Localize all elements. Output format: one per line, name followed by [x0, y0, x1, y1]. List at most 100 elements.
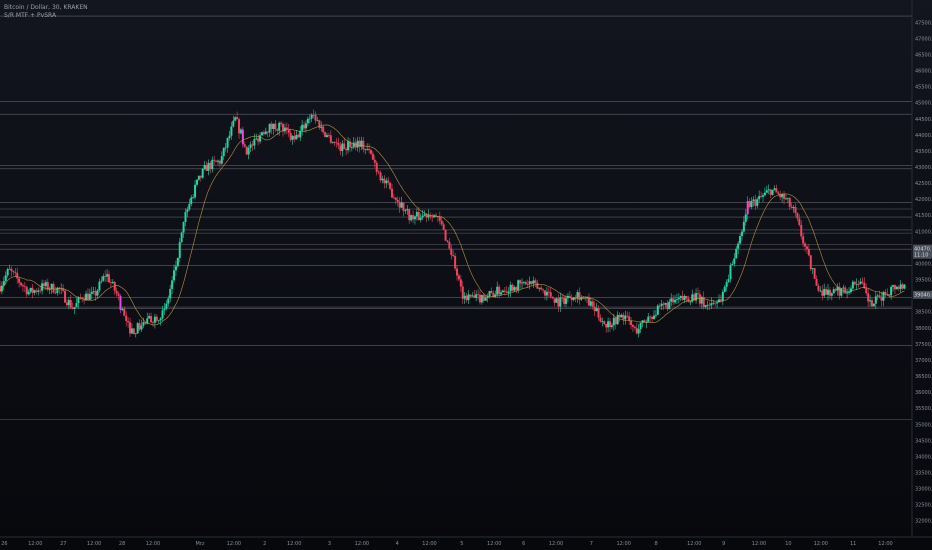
candle-body	[848, 292, 851, 293]
candle-body	[278, 122, 281, 131]
candle-body	[515, 287, 518, 291]
candle-body	[783, 193, 786, 199]
candle-body	[651, 317, 654, 319]
candle-body	[174, 266, 177, 271]
candle-body	[802, 236, 805, 244]
symbol-title[interactable]: Bitcoin / Dollar, 30, KRAKEN	[4, 4, 88, 12]
candle-body	[339, 145, 342, 152]
candle-body	[270, 123, 273, 130]
candle-body	[186, 209, 189, 212]
candle-body	[14, 271, 17, 273]
candle-body	[899, 284, 902, 289]
candle-body	[744, 214, 747, 222]
candle-body	[668, 301, 671, 310]
candle-body	[12, 271, 15, 272]
time-tick-label: 12:00	[752, 541, 766, 547]
candle-body	[844, 287, 847, 294]
candle-body	[861, 281, 864, 283]
candle-body	[368, 148, 371, 151]
candle-body	[327, 135, 330, 136]
price-tick-label: 44000.0	[915, 133, 932, 139]
candle-body	[39, 290, 42, 292]
candle-body	[461, 286, 464, 299]
candle-body	[731, 263, 734, 266]
candle-body	[211, 159, 214, 170]
time-tick-label: 27	[60, 541, 66, 547]
candle-body	[526, 284, 529, 285]
candle-body	[94, 291, 97, 296]
candle-body	[434, 215, 437, 217]
candle-body	[857, 283, 860, 285]
candle-body	[467, 294, 470, 301]
candle-body	[398, 202, 401, 208]
candle-body	[631, 325, 634, 327]
candle-body	[524, 282, 527, 285]
candle-body	[823, 288, 826, 296]
candle-body	[792, 207, 795, 208]
time-tick-label: 12:00	[87, 541, 101, 547]
candle-body	[6, 268, 9, 276]
candle-body	[396, 199, 399, 203]
candle-body	[542, 289, 545, 291]
price-tick-label: 33000.0	[915, 487, 932, 493]
candle-body	[379, 172, 382, 181]
candle-body	[159, 318, 162, 321]
candle-body	[243, 144, 246, 147]
price-tick-label: 34000.0	[915, 454, 932, 460]
candle-body	[427, 215, 430, 218]
price-tick-label: 47000.0	[915, 36, 932, 42]
candle-body	[574, 297, 577, 299]
candle-body	[710, 303, 713, 306]
candle-body	[760, 196, 763, 197]
candle-body	[69, 300, 72, 308]
candle-body	[543, 290, 546, 296]
candle-body	[266, 131, 269, 133]
candle-body	[901, 284, 904, 289]
candle-body	[115, 290, 118, 294]
price-tick-label: 32500.0	[915, 503, 932, 509]
candle-body	[580, 297, 583, 300]
candle-body	[259, 135, 262, 142]
candle-body	[601, 321, 604, 322]
candle-body	[652, 315, 655, 319]
time-tick-label: 2	[263, 541, 266, 547]
candle-body	[438, 216, 441, 221]
candle-body	[392, 197, 395, 199]
candle-body	[360, 140, 363, 147]
candle-body	[73, 307, 76, 309]
candle-body	[557, 298, 560, 307]
candle-body	[444, 229, 447, 241]
candle-body	[450, 248, 453, 256]
candle-body	[308, 118, 311, 120]
candle-body	[425, 214, 428, 218]
candle-body	[859, 281, 862, 285]
candle-body	[624, 315, 627, 320]
candlestick-chart[interactable]: 32000.032500.033000.033500.034000.034500…	[0, 0, 932, 550]
candle-body	[132, 328, 135, 334]
candle-body	[712, 302, 715, 304]
candle-body	[20, 282, 23, 286]
candle-body	[230, 126, 233, 136]
candle-body	[811, 268, 814, 270]
candle-body	[96, 290, 99, 296]
candle-body	[107, 274, 110, 283]
candle-body	[345, 148, 348, 151]
candle-body	[561, 297, 564, 299]
candle-body	[65, 302, 68, 306]
candle-body	[182, 222, 185, 233]
candle-body	[771, 189, 774, 195]
candle-body	[18, 278, 21, 283]
candle-body	[37, 290, 40, 292]
price-tick-label: 38000.0	[915, 326, 932, 332]
candle-body	[21, 285, 24, 287]
indicator-title[interactable]: S/R MTF + PvSRA	[4, 12, 88, 20]
time-tick-label: 4	[396, 541, 399, 547]
candle-body	[578, 292, 581, 300]
candle-body	[890, 286, 893, 296]
candle-body	[375, 162, 378, 172]
candle-body	[306, 118, 309, 124]
candle-body	[819, 290, 822, 292]
candle-body	[218, 160, 221, 164]
candle-body	[521, 282, 524, 284]
candle-body	[312, 114, 315, 116]
